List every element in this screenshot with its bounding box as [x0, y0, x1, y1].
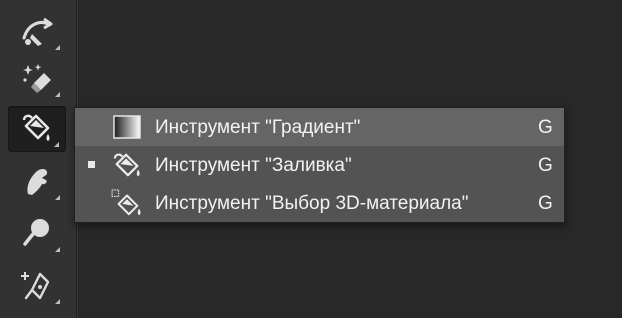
pen-add-icon: [20, 268, 54, 302]
tool-flyout-menu: Инструмент "Градиент" G Инструмент "Зали…: [74, 107, 565, 223]
pen-tool[interactable]: [8, 262, 66, 308]
paint-bucket-icon: [111, 151, 143, 179]
magic-eraser-icon: [20, 61, 54, 95]
shortcut-key: G: [538, 155, 553, 176]
menu-item-paint-bucket[interactable]: Инструмент "Заливка" G: [75, 146, 564, 184]
smudge-tool[interactable]: [8, 158, 66, 204]
menu-item-gradient[interactable]: Инструмент "Градиент" G: [75, 108, 564, 146]
more-tools-indicator: [55, 195, 60, 200]
menu-item-3d-material-drop[interactable]: Инструмент "Выбор 3D-материала" G: [75, 184, 564, 222]
more-tools-indicator: [55, 92, 60, 97]
healing-brush-icon: [20, 14, 54, 48]
tools-panel: [0, 0, 77, 318]
healing-brush-tool[interactable]: [8, 8, 66, 54]
menu-item-label: Инструмент "Выбор 3D-материала": [155, 193, 469, 214]
menu-item-label: Инструмент "Заливка": [155, 155, 352, 176]
smudge-finger-icon: [20, 164, 54, 198]
eraser-tool[interactable]: [8, 55, 66, 101]
gradient-icon: [111, 113, 143, 141]
shortcut-key: G: [538, 193, 553, 214]
menu-item-label: Инструмент "Градиент": [155, 117, 361, 138]
dodge-icon: [20, 216, 54, 250]
shortcut-key: G: [538, 117, 553, 138]
more-tools-indicator: [55, 299, 60, 304]
more-tools-indicator: [55, 45, 60, 50]
3d-material-drop-icon: [111, 189, 143, 217]
more-tools-indicator: [54, 142, 59, 147]
selected-bullet-icon: [88, 161, 95, 168]
more-tools-indicator: [55, 247, 60, 252]
dodge-tool[interactable]: [8, 210, 66, 256]
paint-bucket-icon: [20, 112, 54, 146]
paint-bucket-tool[interactable]: [8, 106, 66, 152]
